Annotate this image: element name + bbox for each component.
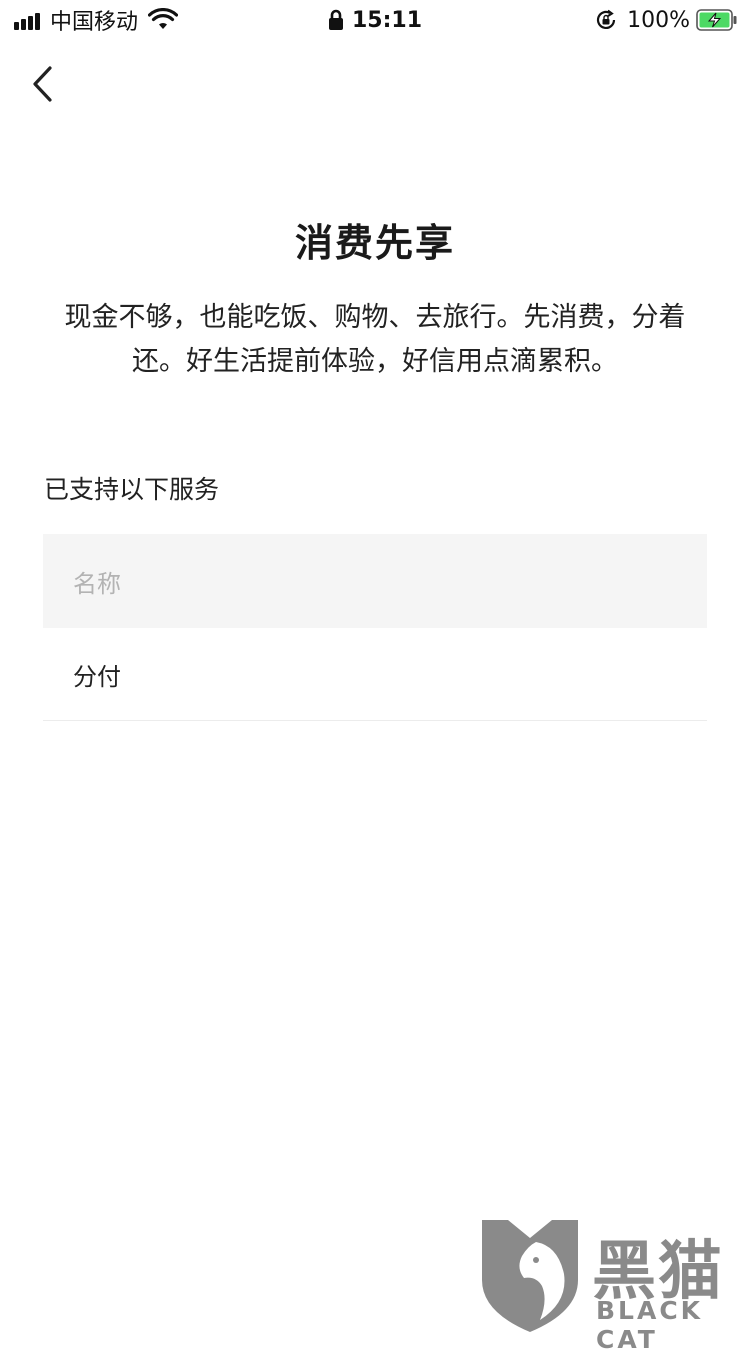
page-title: 消费先享 bbox=[294, 221, 455, 265]
services-table: 名称 分付 bbox=[43, 534, 707, 721]
back-button[interactable] bbox=[24, 62, 64, 106]
chevron-left-icon bbox=[33, 66, 52, 102]
cat-shield-icon bbox=[482, 1220, 578, 1332]
watermark-logo: 黑猫 BLACK CAT bbox=[478, 1216, 750, 1354]
services-section-label: 已支持以下服务 bbox=[44, 475, 220, 504]
battery-charging-icon bbox=[696, 9, 737, 31]
table-row: 分付 bbox=[43, 628, 707, 721]
service-name: 分付 bbox=[73, 662, 121, 691]
page-description: 现金不够，也能吃饭、购物、去旅行。先消费，分着还。好生活提前体验，好信用点滴累积… bbox=[64, 302, 686, 377]
clock-time: 15:11 bbox=[351, 7, 423, 33]
battery-percent: 100% bbox=[627, 7, 690, 33]
table-header-name: 名称 bbox=[73, 569, 121, 598]
watermark-name-en: BLACK CAT bbox=[596, 1296, 704, 1354]
status-bar: 中国移动 15:11 100% bbox=[0, 0, 750, 40]
status-right: 100% bbox=[595, 6, 738, 34]
table-header: 名称 bbox=[43, 534, 707, 628]
lock-icon bbox=[328, 9, 343, 30]
rotation-lock-icon bbox=[597, 9, 616, 29]
